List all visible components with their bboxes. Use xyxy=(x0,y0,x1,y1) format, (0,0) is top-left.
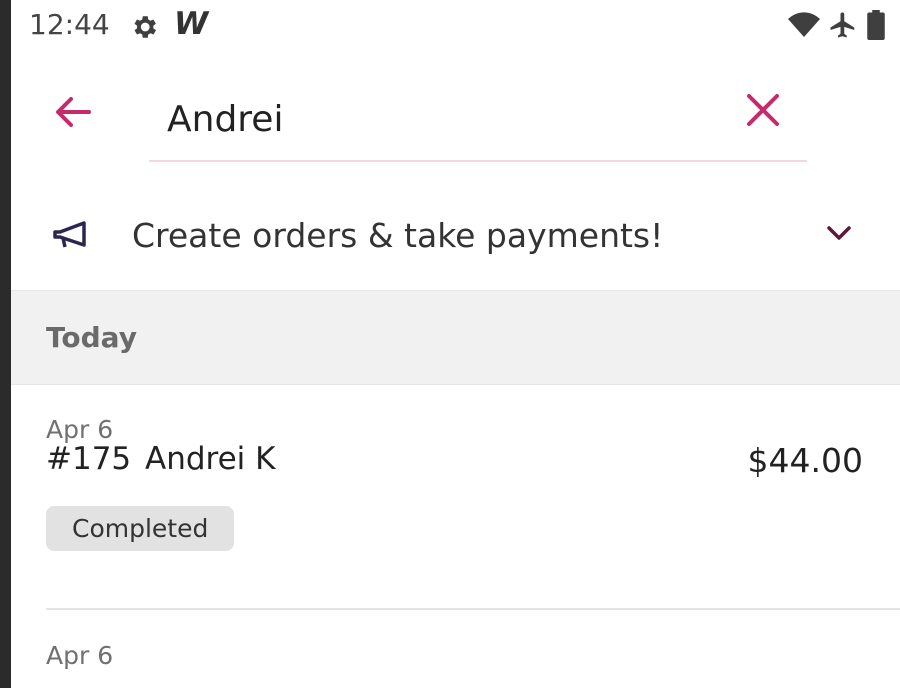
section-header: Today xyxy=(11,291,900,385)
app-screen: 12:44 W Create or xyxy=(11,0,900,688)
back-arrow-icon[interactable] xyxy=(49,88,97,136)
promo-banner[interactable]: Create orders & take payments! xyxy=(11,190,900,291)
app-notification-icon: W xyxy=(174,6,209,42)
airplane-icon xyxy=(830,12,855,38)
chevron-down-icon[interactable] xyxy=(821,220,857,248)
divider xyxy=(46,608,900,610)
search-input[interactable] xyxy=(149,78,807,162)
wifi-icon xyxy=(788,12,820,38)
order-total: $44.00 xyxy=(747,441,863,480)
status-bar: 12:44 W xyxy=(11,0,900,54)
gear-icon xyxy=(134,16,156,38)
megaphone-icon xyxy=(53,221,86,248)
search-bar xyxy=(11,60,900,170)
order-date: Apr 6 xyxy=(46,415,114,444)
battery-icon xyxy=(867,10,885,40)
close-icon[interactable] xyxy=(741,88,785,132)
status-time: 12:44 xyxy=(29,8,110,41)
promo-text: Create orders & take payments! xyxy=(132,216,664,255)
status-icons xyxy=(788,10,886,40)
order-date: Apr 6 xyxy=(46,641,114,670)
section-title: Today xyxy=(46,321,137,354)
order-row[interactable]: Apr 6 xyxy=(11,611,900,688)
status-badge: Completed xyxy=(46,506,235,551)
order-customer: Andrei K xyxy=(145,441,276,477)
order-number: #175 xyxy=(46,441,132,477)
order-row[interactable]: Apr 6 #175 Andrei K $44.00 Completed xyxy=(11,385,900,609)
